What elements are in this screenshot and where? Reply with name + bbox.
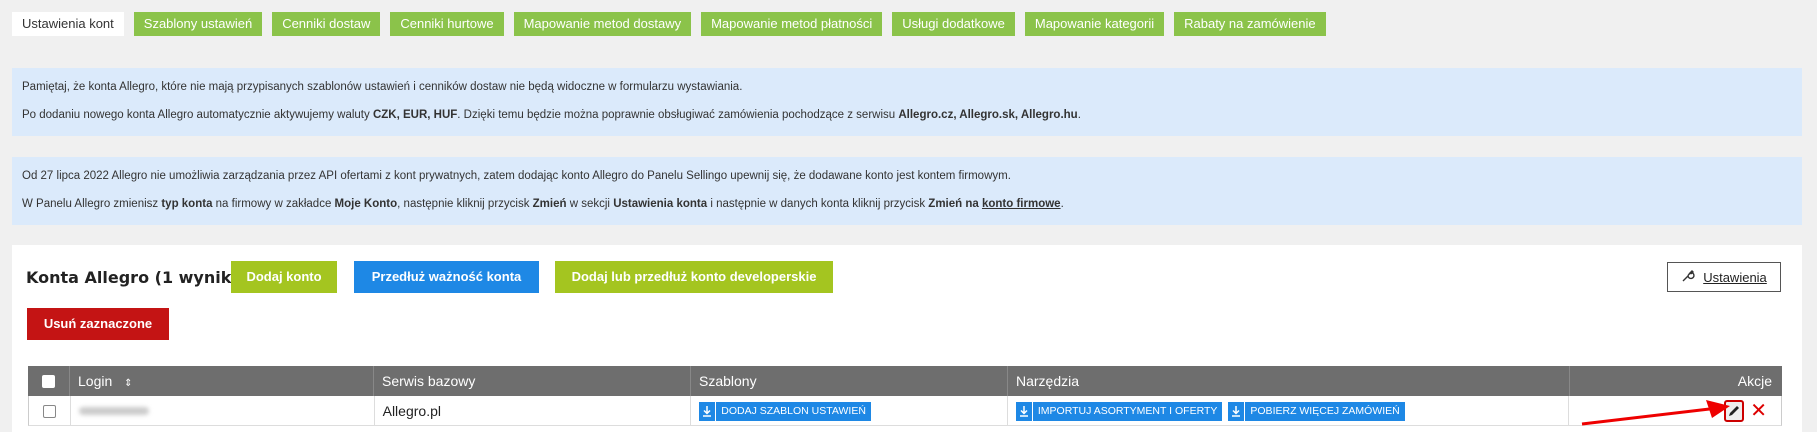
accounts-table: Login ⇕ Serwis bazowy Szablony Narzędzia… — [28, 366, 1782, 426]
info-text-part: Po dodaniu nowego konta Allegro automaty… — [22, 109, 373, 121]
header-actions: Akcje — [1737, 373, 1772, 389]
info-text-bold: Ustawienia konta — [613, 198, 708, 210]
tab-uslugi-dodatkowe[interactable]: Usługi dodatkowe — [892, 12, 1015, 36]
fetch-orders-button[interactable]: POBIERZ WIĘCEJ ZAMÓWIEŃ — [1228, 401, 1405, 421]
info-text-part: , następnie kliknij przycisk — [397, 198, 533, 210]
panel-title: Konta Allegro (1 wyników) — [26, 268, 265, 287]
header-service: Serwis bazowy — [374, 366, 691, 396]
info-box-templates: Pamiętaj, że konta Allegro, które nie ma… — [12, 68, 1802, 136]
business-account-link[interactable]: konto firmowe — [982, 198, 1061, 210]
wrench-icon — [1681, 269, 1695, 286]
info-text-bold: typ konta — [161, 198, 213, 210]
add-template-button[interactable]: DODAJ SZABLON USTAWIEŃ — [699, 401, 871, 421]
tab-szablony-ustawien[interactable]: Szablony ustawień — [133, 12, 263, 36]
tab-mapowanie-metod-dostawy[interactable]: Mapowanie metod dostawy — [513, 12, 692, 36]
row-checkbox[interactable] — [42, 404, 56, 418]
tab-rabaty-na-zamowienie[interactable]: Rabaty na zamówienie — [1174, 12, 1326, 36]
add-template-label: DODAJ SZABLON USTAWIEŃ — [721, 404, 866, 417]
sort-icon[interactable]: ⇕ — [124, 378, 132, 389]
header-tools: Narzędzia — [1008, 366, 1570, 396]
tab-mapowanie-kategorii[interactable]: Mapowanie kategorii — [1024, 12, 1165, 36]
select-all-cell — [28, 366, 70, 396]
info-text-part: W Panelu Allegro zmienisz — [22, 198, 162, 210]
table-header: Login ⇕ Serwis bazowy Szablony Narzędzia… — [28, 366, 1782, 396]
templates-cell: DODAJ SZABLON USTAWIEŃ — [691, 396, 1008, 426]
header-templates: Szablony — [691, 366, 1008, 396]
annotation-arrow-icon — [1581, 400, 1730, 426]
info-text-bold: Zmień — [532, 198, 567, 210]
info-text-part: . — [1060, 198, 1064, 210]
service-cell: Allegro.pl — [375, 396, 692, 426]
info-text-bold: CZK, EUR, HUF — [372, 109, 458, 121]
info-text-currencies: Po dodaniu nowego konta Allegro automaty… — [22, 109, 1081, 121]
info-text-instructions: W Panelu Allegro zmienisz typ konta na f… — [22, 198, 1064, 210]
login-redacted — [78, 407, 149, 415]
extend-account-button[interactable]: Przedłuż ważność konta — [354, 261, 539, 293]
info-text-part: . Dzięki temu będzie można poprawnie obs… — [457, 109, 899, 121]
import-offers-button[interactable]: IMPORTUJ ASORTYMENT I OFERTY — [1015, 401, 1223, 421]
header-login-label: Login — [78, 373, 113, 389]
info-text-part: i następnie w danych konta kliknij przyc… — [707, 198, 929, 210]
tab-cenniki-hurtowe[interactable]: Cenniki hurtowe — [390, 12, 504, 36]
tab-cenniki-dostaw[interactable]: Cenniki dostaw — [272, 12, 381, 36]
tab-mapowanie-metod-platnosci[interactable]: Mapowanie metod płatności — [701, 12, 883, 36]
settings-label: Ustawienia — [1703, 269, 1767, 285]
delete-selected-button[interactable]: Usuń zaznaczone — [27, 308, 169, 340]
info-text-part: . — [1077, 109, 1081, 121]
info-text-bold: Moje Konto — [334, 198, 398, 210]
info-text: Pamiętaj, że konta Allegro, które nie ma… — [22, 81, 743, 93]
fetch-orders-label: POBIERZ WIĘCEJ ZAMÓWIEŃ — [1250, 404, 1400, 417]
info-text-bold: Allegro.cz, Allegro.sk, Allegro.hu — [898, 109, 1078, 121]
row-select-cell — [29, 396, 71, 426]
download-icon — [1228, 401, 1246, 421]
info-text-bold: Zmień na — [928, 198, 979, 210]
add-account-button[interactable]: Dodaj konto — [231, 261, 337, 293]
delete-x-icon[interactable]: ✕ — [1750, 401, 1767, 421]
info-text: Od 27 lipca 2022 Allegro nie umożliwia z… — [22, 170, 1011, 182]
info-box-business-account: Od 27 lipca 2022 Allegro nie umożliwia z… — [12, 157, 1802, 225]
info-text-part: w sekcji — [566, 198, 614, 210]
tab-ustawienia-kont[interactable]: Ustawienia kont — [12, 12, 124, 36]
tab-bar: Ustawienia kont Szablony ustawień Cennik… — [12, 12, 1326, 36]
download-icon — [699, 401, 717, 421]
import-offers-label: IMPORTUJ ASORTYMENT I OFERTY — [1037, 404, 1218, 417]
settings-button[interactable]: Ustawienia — [1667, 262, 1781, 292]
tools-cell: IMPORTUJ ASORTYMENT I OFERTY POBIERZ WIĘ… — [1008, 396, 1570, 426]
table-row: Allegro.pl DODAJ SZABLON USTAWIEŃ IMPORT… — [28, 396, 1782, 426]
select-all-checkbox[interactable] — [42, 374, 55, 388]
download-icon — [1016, 401, 1033, 421]
login-cell — [71, 396, 375, 426]
developer-account-button[interactable]: Dodaj lub przedłuż konto developerskie — [555, 261, 833, 293]
info-text-part: na firmowy w zakładce — [212, 198, 335, 210]
header-login[interactable]: Login ⇕ — [70, 366, 374, 396]
